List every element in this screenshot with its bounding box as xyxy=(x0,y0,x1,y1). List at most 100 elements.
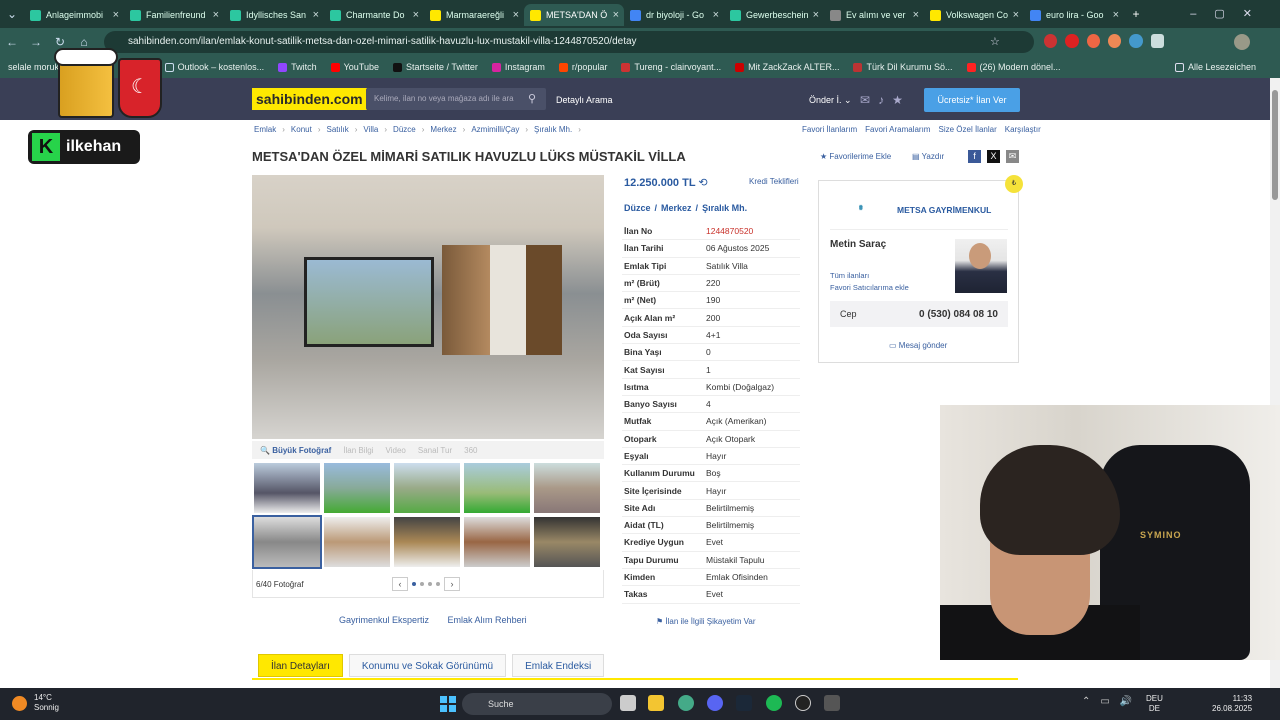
discord-icon[interactable] xyxy=(707,695,723,711)
phone-row[interactable]: Cep 0 (530) 084 08 10 xyxy=(830,301,1008,327)
photo-tab[interactable]: 360 xyxy=(464,446,477,455)
email-share-icon[interactable]: ✉ xyxy=(1006,150,1019,163)
big-photo-button[interactable]: 🔍 Büyük Fotoğraf xyxy=(260,446,331,455)
page-dot[interactable] xyxy=(412,582,416,586)
breadcrumb-item[interactable]: Merkez xyxy=(430,125,456,134)
breadcrumb-item[interactable]: Emlak xyxy=(254,125,276,134)
photo-thumbnail[interactable] xyxy=(254,463,320,513)
spotify-icon[interactable] xyxy=(766,695,782,711)
close-tab-icon[interactable]: × xyxy=(813,9,819,21)
header-icons[interactable]: ✉♪★ xyxy=(860,93,911,107)
credit-offers-link[interactable]: Kredi Teklifleri xyxy=(749,177,799,186)
star-icon[interactable]: ☆ xyxy=(990,35,1000,48)
location-link[interactable]: Şıralık Mh. xyxy=(702,203,747,213)
bookmark-item[interactable]: Twitch xyxy=(278,62,317,72)
photo-thumbnail[interactable] xyxy=(394,463,460,513)
main-photo[interactable] xyxy=(252,175,604,439)
language-indicator[interactable]: DEU DE xyxy=(1146,694,1163,714)
breadcrumb-right-item[interactable]: Karşılaştır xyxy=(1005,125,1041,134)
breadcrumb-right-item[interactable]: Favori Aramalarım xyxy=(865,125,930,134)
breadcrumb-right-item[interactable]: Favori İlanlarım xyxy=(802,125,857,134)
close-tab-icon[interactable]: × xyxy=(1113,9,1119,21)
photo-thumbnail[interactable] xyxy=(534,463,600,513)
listing-tab[interactable]: Emlak Endeksi xyxy=(512,654,605,677)
photo-tab[interactable]: İlan Bilgi xyxy=(343,446,373,455)
send-message-link[interactable]: ▭ Mesaj gönder xyxy=(889,341,947,350)
close-tab-icon[interactable]: × xyxy=(513,9,519,21)
print-link[interactable]: ▤ Yazdır xyxy=(912,152,944,161)
clock[interactable]: 11:33 26.08.2025 xyxy=(1212,694,1252,714)
browser-tab[interactable]: euro lira - Goo × xyxy=(1024,4,1124,26)
photo-thumbnail[interactable] xyxy=(324,516,390,567)
url-field[interactable]: sahibinden.com/ilan/emlak-konut-satilik-… xyxy=(104,31,1034,53)
listing-tab[interactable]: İlan Detayları xyxy=(258,654,343,677)
chrome-icon[interactable] xyxy=(678,695,694,711)
photo-thumbnail[interactable] xyxy=(324,463,390,513)
taskbar-search[interactable]: Suche xyxy=(462,693,612,715)
system-tray[interactable]: ⌃▭🔊 xyxy=(1082,696,1142,707)
breadcrumb-item[interactable]: Satılık xyxy=(326,125,348,134)
facebook-share-icon[interactable]: f xyxy=(968,150,981,163)
close-tab-icon[interactable]: × xyxy=(1013,9,1019,21)
guide-link[interactable]: Emlak Alım Rehberi xyxy=(448,615,527,625)
bookmark-item[interactable]: Tureng - clairvoyant... xyxy=(621,62,721,72)
photo-tab[interactable]: Video xyxy=(386,446,406,455)
next-page-button[interactable]: › xyxy=(444,577,460,591)
browser-tab[interactable]: Ev alımı ve ver × xyxy=(824,4,924,26)
home-button[interactable]: ⌂ xyxy=(72,35,96,49)
browser-tab[interactable]: Idyllisches San × xyxy=(224,4,324,26)
browser-tab[interactable]: Charmante Do × xyxy=(324,4,424,26)
x-share-icon[interactable]: X xyxy=(987,150,1000,163)
breadcrumb-item[interactable]: Villa xyxy=(363,125,378,134)
page-dot[interactable] xyxy=(436,582,440,586)
detailed-search-link[interactable]: Detaylı Arama xyxy=(556,95,613,105)
browser-tab[interactable]: METSA'DAN Ö × xyxy=(524,4,624,26)
bookmark-item[interactable]: selale moruk xyxy=(8,62,59,72)
extensions-area[interactable] xyxy=(1044,34,1164,50)
user-menu[interactable]: Önder İ. ⌄ xyxy=(809,95,852,106)
file-explorer-icon[interactable] xyxy=(648,695,664,711)
windows-start-icon[interactable] xyxy=(440,696,456,712)
bookmark-item[interactable]: Mit ZackZack ALTER... xyxy=(735,62,839,72)
close-tab-icon[interactable]: × xyxy=(213,9,219,21)
breadcrumb-item[interactable]: Düzce xyxy=(393,125,416,134)
close-tab-icon[interactable]: × xyxy=(613,9,619,21)
steam-icon[interactable] xyxy=(736,695,752,711)
breadcrumb-item[interactable]: Azmimilli/Çay xyxy=(471,125,519,134)
close-tab-icon[interactable]: × xyxy=(413,9,419,21)
all-listings-link[interactable]: Tüm ilanları xyxy=(830,271,869,280)
page-dot[interactable] xyxy=(428,582,432,586)
photo-thumbnail[interactable] xyxy=(252,514,322,569)
page-dot[interactable] xyxy=(420,582,424,586)
photo-tab[interactable]: Sanal Tur xyxy=(418,446,452,455)
close-tab-icon[interactable]: × xyxy=(113,9,119,21)
add-favorite-link[interactable]: ★ Favorilerime Ekle xyxy=(820,152,891,161)
location-link[interactable]: Düzce xyxy=(624,203,651,213)
post-ad-button[interactable]: Ücretsiz* İlan Ver xyxy=(924,88,1020,112)
browser-tab[interactable]: Gewerbeschein × xyxy=(724,4,824,26)
photo-thumbnail[interactable] xyxy=(464,516,530,567)
window-controls[interactable]: –▢✕ xyxy=(1190,7,1270,20)
bookmark-item[interactable]: YouTube xyxy=(330,62,379,72)
new-tab-button[interactable]: + xyxy=(1124,7,1148,21)
photo-thumbnail[interactable] xyxy=(464,463,530,513)
listing-tab[interactable]: Konumu ve Sokak Görünümü xyxy=(348,654,507,677)
browser-tab[interactable]: Volkswagen Co × xyxy=(924,4,1024,26)
firm-name[interactable]: METSA GAYRİMENKUL xyxy=(897,205,991,215)
bookmark-item[interactable]: Startseite / Twitter xyxy=(393,62,478,72)
forward-button[interactable]: → xyxy=(24,35,48,49)
bookmark-item[interactable]: Instagram xyxy=(491,62,545,72)
photo-thumbnail[interactable] xyxy=(534,516,600,567)
bookmark-item[interactable]: Türk Dil Kurumu Sö... xyxy=(853,62,953,72)
location-link[interactable]: Merkez xyxy=(661,203,692,213)
task-view-icon[interactable] xyxy=(620,695,636,711)
browser-tab[interactable]: Anlageimmobi × xyxy=(24,4,124,26)
weather-widget[interactable]: 14°C Sonnig xyxy=(12,693,59,713)
favorite-seller-link[interactable]: Favori Satıcılarıma ekle xyxy=(830,283,909,292)
breadcrumb-right-item[interactable]: Size Özel İlanlar xyxy=(938,125,996,134)
site-search-input[interactable]: Kelime, ilan no veya mağaza adı ile ara xyxy=(366,88,546,110)
back-button[interactable]: ← xyxy=(0,35,24,49)
browser-tab[interactable]: Familienfreund × xyxy=(124,4,224,26)
browser-tab[interactable]: Marmaraereğli × xyxy=(424,4,524,26)
browser-tab[interactable]: dr biyoloji - Go × xyxy=(624,4,724,26)
